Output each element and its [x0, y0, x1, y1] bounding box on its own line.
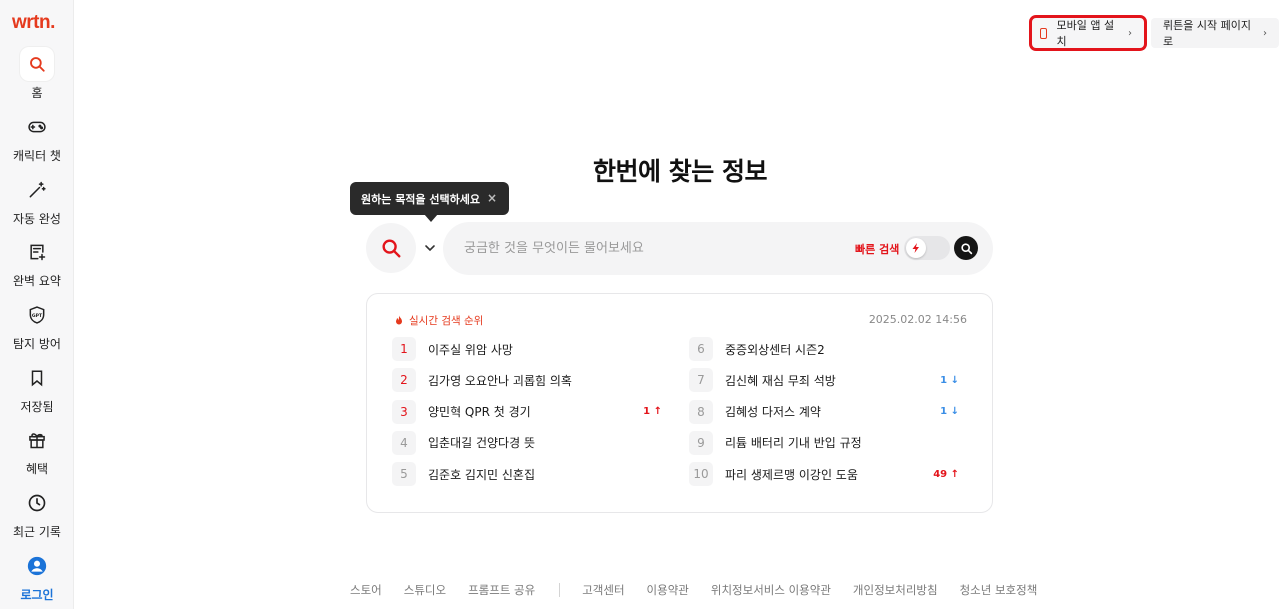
bookmark-icon [20, 361, 54, 395]
search-mode-button[interactable] [366, 223, 416, 273]
sidebar-item-label: 최근 기록 [13, 525, 61, 539]
trending-item[interactable]: 6 중증외상센터 시즌2 [689, 337, 959, 361]
trending-keyword: 입춘대길 건양다경 뜻 [428, 436, 535, 451]
fast-search-label: 빠른 검색 [855, 243, 900, 256]
trending-timestamp: 2025.02.02 14:56 [868, 313, 967, 326]
trending-searches-card: 실시간 검색 순위 2025.02.02 14:56 1 이주실 위암 사망 2 김가… [366, 293, 993, 513]
trending-rank-change: 1 ↓ [940, 374, 959, 386]
trending-keyword: 이주실 위암 사망 [428, 342, 513, 357]
footer-link-privacy-policy[interactable]: 개인정보처리방침 [853, 582, 938, 598]
sidebar: wrtn. 홈 캐릭터 챗 자동 완성 완벽 요약 GPT 탐지 방어 저장됨 … [0, 0, 74, 609]
trending-rank-number: 4 [392, 430, 416, 455]
footer-link-youth-policy[interactable]: 청소년 보호정책 [960, 582, 1038, 598]
search-icon [960, 242, 972, 254]
trending-rank-number: 10 [689, 462, 713, 487]
trending-rank-change: 49 ↑ [933, 468, 959, 480]
sidebar-item-detection-defense[interactable]: GPT 탐지 방어 [0, 298, 74, 352]
trending-item[interactable]: 1 이주실 위암 사망 [392, 337, 662, 361]
search-icon [382, 239, 401, 258]
gpt-shield-icon: GPT [20, 298, 54, 332]
trending-keyword: 파리 생제르맹 이강인 도움 [725, 467, 858, 482]
footer-link-terms[interactable]: 이용약관 [647, 582, 689, 598]
footer: 스토어 스튜디오 프롬프트 공유 고객센터 이용약관 위치정보서비스 이용약관 … [350, 582, 1037, 598]
trending-title-text: 실시간 검색 순위 [409, 315, 484, 327]
sidebar-item-login[interactable]: 로그인 [0, 549, 74, 603]
tooltip-text: 원하는 목적을 선택하세요 [361, 192, 480, 206]
document-add-icon [20, 235, 54, 269]
close-icon[interactable]: × [487, 191, 497, 205]
fire-icon [396, 315, 402, 324]
trending-keyword: 리튬 배터리 기내 반입 규정 [725, 436, 862, 451]
mobile-app-install-label: 모바일 앱 설치 [1056, 19, 1115, 48]
trending-rank-number: 9 [689, 430, 713, 455]
trending-title: 실시간 검색 순위 [394, 313, 483, 328]
phone-icon [1040, 27, 1047, 39]
trending-rank-number: 1 [392, 337, 416, 361]
trending-item[interactable]: 4 입춘대길 건양다경 뜻 [392, 430, 662, 455]
sidebar-item-benefits[interactable]: 혜택 [0, 423, 74, 477]
trending-keyword: 김준호 김지민 신혼집 [428, 467, 535, 482]
set-start-page-button[interactable]: 뤼튼을 시작 페이지로 › [1151, 18, 1279, 48]
footer-link-store[interactable]: 스토어 [350, 582, 382, 598]
chevron-right-icon: › [1128, 27, 1132, 39]
trending-rank-change: 1 ↑ [643, 406, 662, 418]
chevron-down-icon[interactable] [422, 240, 438, 256]
clock-icon [20, 486, 54, 520]
sidebar-item-summary[interactable]: 완벽 요약 [0, 235, 74, 289]
search-submit-button[interactable] [954, 236, 978, 260]
trending-item[interactable]: 10 파리 생제르맹 이강인 도움 49 ↑ [689, 462, 959, 487]
trending-keyword: 김가영 오요안나 괴롭힘 의혹 [428, 373, 572, 388]
trending-rank-number: 3 [392, 399, 416, 424]
trending-item[interactable]: 5 김준호 김지민 신혼집 [392, 462, 662, 487]
footer-link-studio[interactable]: 스튜디오 [404, 582, 446, 598]
lightning-icon [906, 238, 926, 258]
gift-icon [20, 423, 54, 457]
search-input[interactable] [464, 237, 824, 259]
gamepad-icon [20, 110, 54, 144]
search-icon [20, 47, 54, 81]
wrtn-logo[interactable]: wrtn. [12, 12, 55, 34]
sidebar-item-recent[interactable]: 최근 기록 [0, 486, 74, 540]
svg-text:GPT: GPT [32, 313, 43, 319]
footer-link-location-terms[interactable]: 위치정보서비스 이용약관 [711, 582, 831, 598]
user-icon [20, 549, 54, 583]
sidebar-item-label: 완벽 요약 [13, 274, 61, 288]
trending-item[interactable]: 9 리튬 배터리 기내 반입 규정 [689, 430, 959, 455]
sidebar-item-label: 홈 [31, 86, 43, 100]
footer-link-prompt-share[interactable]: 프롬프트 공유 [468, 582, 535, 598]
trending-rank-number: 8 [689, 399, 713, 424]
trending-item[interactable]: 2 김가영 오요안나 괴롭힘 의혹 [392, 368, 662, 393]
trending-rank-number: 2 [392, 368, 416, 393]
trending-rank-number: 7 [689, 368, 713, 393]
search-bar: 빠른 검색 [443, 222, 993, 275]
sidebar-item-label: 저장됨 [20, 400, 54, 414]
fast-search-toggle[interactable] [904, 236, 950, 260]
trending-keyword: 김신혜 재심 무죄 석방 [725, 373, 836, 388]
set-start-page-label: 뤼튼을 시작 페이지로 [1163, 19, 1251, 48]
page-title: 한번에 찾는 정보 [593, 157, 767, 186]
trending-rank-number: 5 [392, 462, 416, 487]
mobile-app-install-button[interactable]: 모바일 앱 설치 › [1029, 15, 1147, 51]
trending-keyword: 중증외상센터 시즌2 [725, 342, 825, 357]
sidebar-item-label: 탐지 방어 [13, 337, 61, 351]
trending-rank-number: 6 [689, 337, 713, 361]
sidebar-item-saved[interactable]: 저장됨 [0, 361, 74, 415]
footer-divider [559, 583, 561, 597]
trending-item[interactable]: 3 양민혁 QPR 첫 경기 1 ↑ [392, 399, 662, 424]
chevron-right-icon: › [1263, 27, 1267, 39]
trending-rank-change: 1 ↓ [940, 406, 959, 418]
trending-keyword: 양민혁 QPR 첫 경기 [428, 405, 531, 420]
sidebar-item-label: 로그인 [20, 588, 54, 602]
footer-link-customer-center[interactable]: 고객센터 [582, 582, 624, 598]
sidebar-item-label: 혜택 [25, 462, 49, 476]
trending-item[interactable]: 7 김신혜 재심 무죄 석방 1 ↓ [689, 368, 959, 393]
purpose-tooltip: 원하는 목적을 선택하세요 × [350, 182, 509, 222]
trending-keyword: 김혜성 다저스 계약 [725, 405, 821, 420]
trending-item[interactable]: 8 김혜성 다저스 계약 1 ↓ [689, 399, 959, 424]
sidebar-item-label: 자동 완성 [13, 212, 61, 226]
sidebar-item-home[interactable]: 홈 [0, 47, 74, 101]
